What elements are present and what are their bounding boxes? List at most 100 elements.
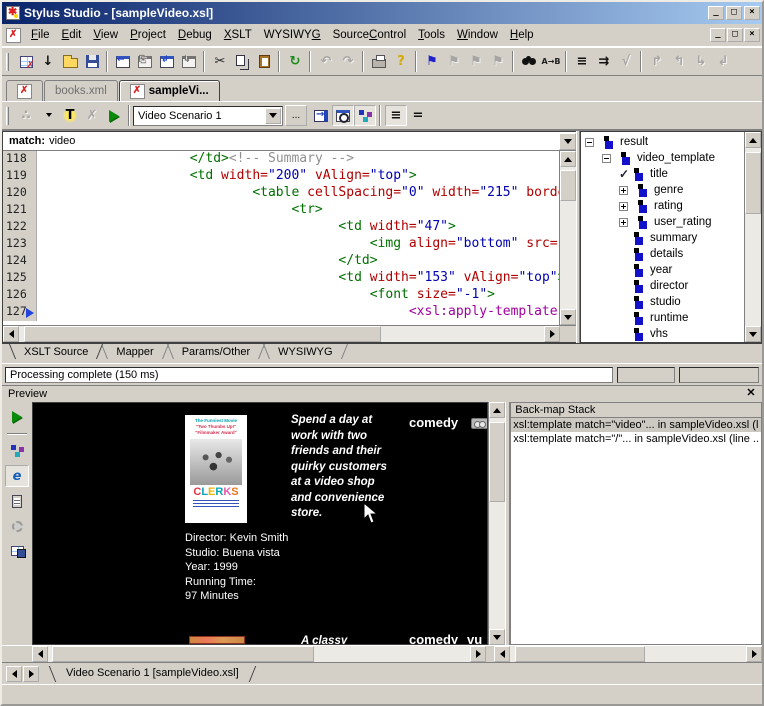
- tab-wysiwyg[interactable]: WYSIWYG: [264, 344, 346, 361]
- scroll-right-button[interactable]: [544, 326, 560, 342]
- scroll-up-button[interactable]: [489, 402, 505, 418]
- new-xsd-icon[interactable]: [15, 51, 37, 72]
- code-line[interactable]: 123 <img align="bottom" src="images/: [3, 236, 559, 253]
- print-icon[interactable]: [368, 51, 390, 72]
- menu-help[interactable]: Help: [504, 26, 540, 44]
- show-mapper-icon[interactable]: [354, 105, 376, 126]
- tree-node-summary[interactable]: summary: [585, 230, 744, 246]
- tab-scroll-left-button[interactable]: [6, 666, 22, 682]
- scroll-thumb[interactable]: [560, 170, 576, 201]
- mdi-minimize-button[interactable]: _: [710, 28, 726, 42]
- browse-scenario-button[interactable]: ...: [285, 105, 307, 126]
- code-line[interactable]: 122 <td width="47">: [3, 219, 559, 236]
- tree-node-result[interactable]: result: [585, 134, 744, 150]
- code-line[interactable]: 127 <xsl:apply-templates select=: [3, 304, 559, 321]
- toolbar-grip[interactable]: [6, 53, 9, 71]
- scroll-up-button[interactable]: [560, 151, 576, 167]
- collapse-icon[interactable]: [602, 154, 611, 163]
- window-back-icon[interactable]: ←: [112, 51, 134, 72]
- code-line[interactable]: 121 <tr>: [3, 202, 559, 219]
- window-maximize-button[interactable]: □: [726, 6, 742, 20]
- backmap-row[interactable]: xsl:template match="video"... in sampleV…: [511, 418, 761, 432]
- import-document-icon[interactable]: ↓: [37, 51, 59, 72]
- code-editor[interactable]: 118 </td><!-- Summary -->119 <td width="…: [3, 151, 559, 325]
- tab-books-xml[interactable]: books.xml: [44, 80, 118, 101]
- mapper-view-icon[interactable]: [5, 440, 29, 462]
- scroll-right-button[interactable]: [746, 646, 762, 662]
- code-line[interactable]: 118 </td><!-- Summary -->: [3, 151, 559, 168]
- preview-horizontal-scrollbar[interactable]: [32, 646, 486, 662]
- text-preview-icon[interactable]: [5, 490, 29, 512]
- show-source-lines-icon[interactable]: ≡: [385, 105, 407, 126]
- window-minimize-button[interactable]: _: [708, 6, 724, 20]
- scroll-track[interactable]: [510, 646, 746, 662]
- copy-icon[interactable]: [231, 51, 253, 72]
- code-line[interactable]: 120 <table cellSpacing="0" width="215" b…: [3, 185, 559, 202]
- window-close-button[interactable]: ×: [744, 6, 760, 20]
- split-view-icon[interactable]: =: [407, 105, 429, 126]
- tab-xslt-source[interactable]: XSLT Source: [10, 344, 102, 361]
- help-icon[interactable]: ?: [390, 51, 412, 72]
- find-icon[interactable]: [518, 51, 540, 72]
- tree-node-title[interactable]: ✓title: [585, 166, 744, 182]
- open-file-icon[interactable]: [59, 51, 81, 72]
- tree-node-year[interactable]: year: [585, 262, 744, 278]
- menu-wysiwyg[interactable]: WYSIWYG: [258, 26, 327, 44]
- expand-icon[interactable]: [619, 186, 628, 195]
- tab-document-icon-only[interactable]: [6, 80, 43, 101]
- scroll-left-button[interactable]: [3, 326, 19, 342]
- tree-node-user_rating[interactable]: user_rating: [585, 214, 744, 230]
- scroll-track[interactable]: [745, 148, 761, 326]
- align-lines-icon[interactable]: ≡: [571, 51, 593, 72]
- tab-scroll-right-button[interactable]: [23, 666, 39, 682]
- scroll-thumb[interactable]: [745, 152, 761, 214]
- scroll-up-button[interactable]: [745, 132, 761, 148]
- paste-icon[interactable]: [253, 51, 275, 72]
- save-file-icon[interactable]: [81, 51, 103, 72]
- editor-vertical-scrollbar[interactable]: [559, 151, 576, 325]
- highlight-text-icon[interactable]: T: [59, 105, 81, 126]
- backmap-horizontal-scrollbar[interactable]: [494, 646, 762, 662]
- menu-debug[interactable]: Debug: [172, 26, 218, 44]
- collapse-icon[interactable]: [585, 138, 594, 147]
- code-line[interactable]: 119 <td width="200" vAlign="top">: [3, 168, 559, 185]
- cut-icon[interactable]: ✂: [209, 51, 231, 72]
- scroll-right-button[interactable]: [470, 646, 486, 662]
- tab-samplevideo-xsl[interactable]: sampleVi...: [119, 80, 220, 101]
- scroll-track[interactable]: [19, 326, 544, 342]
- menu-sourcecontrol[interactable]: SourceControl: [327, 26, 413, 44]
- scroll-down-button[interactable]: [745, 326, 761, 342]
- code-line[interactable]: 124 </td>: [3, 253, 559, 270]
- run-preview-icon[interactable]: [5, 406, 29, 428]
- expand-icon[interactable]: [619, 218, 628, 227]
- replace-icon[interactable]: A→B: [540, 51, 562, 72]
- menu-view[interactable]: View: [87, 26, 124, 44]
- scroll-track[interactable]: [560, 167, 576, 309]
- tree-node-video_template[interactable]: video_template: [585, 150, 744, 166]
- scenario-dropdown-button[interactable]: [265, 108, 281, 124]
- match-dropdown-button[interactable]: [559, 133, 576, 150]
- scroll-track[interactable]: [489, 418, 505, 629]
- indent-block-icon[interactable]: ⇉: [593, 51, 615, 72]
- menu-tools[interactable]: Tools: [412, 26, 451, 44]
- mdi-close-button[interactable]: ×: [744, 28, 760, 42]
- code-line[interactable]: 126 <font size="-1">: [3, 287, 559, 304]
- tree-node-studio[interactable]: studio: [585, 294, 744, 310]
- document-menu-icon[interactable]: [6, 28, 21, 43]
- tree-vertical-scrollbar[interactable]: [744, 132, 761, 342]
- mdi-restore-button[interactable]: □: [727, 28, 743, 42]
- menu-file[interactable]: File: [25, 26, 56, 44]
- scroll-track[interactable]: [48, 646, 470, 662]
- menu-window[interactable]: Window: [451, 26, 504, 44]
- backmap-row[interactable]: xsl:template match="/"... in sampleVideo…: [511, 432, 761, 446]
- menu-project[interactable]: Project: [124, 26, 172, 44]
- scroll-left-button[interactable]: [494, 646, 510, 662]
- refresh-icon[interactable]: ↻: [284, 51, 306, 72]
- tab-params-other[interactable]: Params/Other: [168, 344, 264, 361]
- tab-mapper[interactable]: Mapper: [102, 344, 167, 361]
- browser-preview-icon[interactable]: e: [5, 465, 29, 487]
- preview-close-button[interactable]: ✕: [743, 387, 759, 401]
- tree-node-vhs[interactable]: vhs: [585, 326, 744, 342]
- function-list-icon[interactable]: [37, 105, 59, 126]
- window-import-icon[interactable]: ↲: [156, 51, 178, 72]
